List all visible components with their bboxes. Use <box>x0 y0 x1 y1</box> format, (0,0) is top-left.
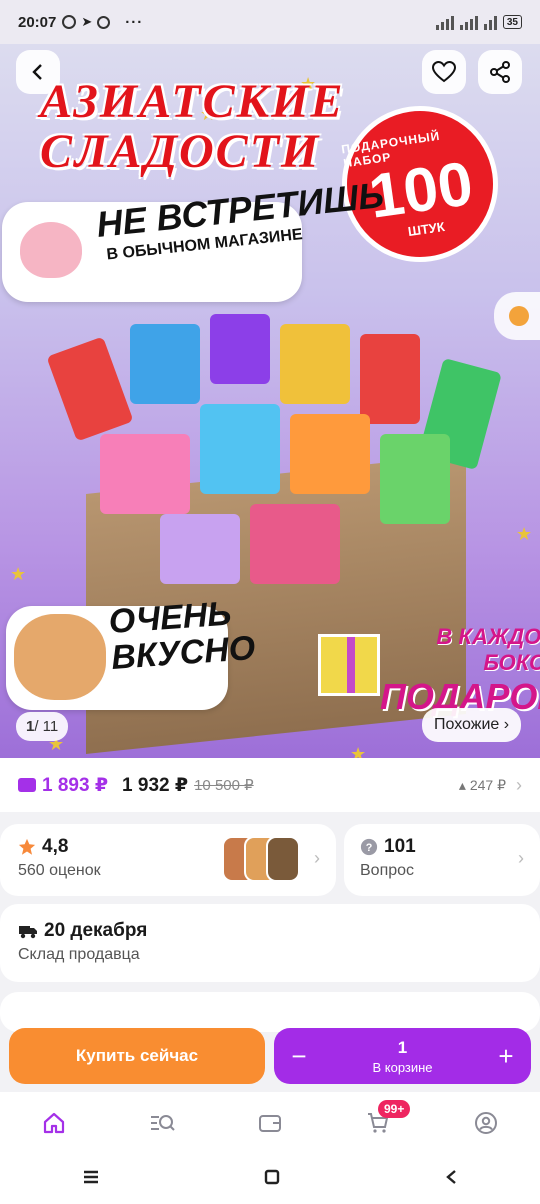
price-delta: ▴ 247 ₽ <box>458 776 506 793</box>
cat-illustration <box>8 204 94 296</box>
next-section-card <box>0 992 540 1032</box>
questions-card[interactable]: ? 101 Вопрос › <box>344 824 540 896</box>
heart-icon <box>432 61 456 83</box>
cart-quantity-control: − 1 В корзине + <box>274 1028 531 1084</box>
review-photo <box>266 836 300 882</box>
profile-icon <box>475 1112 497 1134</box>
truck-icon <box>19 926 37 939</box>
candies-illustration <box>20 284 520 604</box>
sticker3-text: В КАЖДОМ БОКСЕ ПОДАРОК <box>380 624 540 718</box>
chevron-right-icon: › <box>516 774 522 795</box>
nav-profile[interactable] <box>456 1098 516 1148</box>
delivery-card[interactable]: 20 декабря Склад продавца <box>0 904 540 982</box>
battery-icon: 35 <box>502 15 522 29</box>
p-icon <box>97 15 111 29</box>
wallet-icon <box>18 778 36 792</box>
home-icon <box>43 1112 65 1134</box>
battery-level: 35 <box>506 16 518 28</box>
price-row[interactable]: 1 893 ₽ 1 932 ₽ 10 500 ₽ ▴ 247 ₽ › <box>0 758 540 812</box>
increase-quantity-button[interactable]: + <box>481 1041 531 1072</box>
triangle-back-icon <box>446 1169 456 1184</box>
recent-apps-button[interactable] <box>82 1170 100 1189</box>
star-icon <box>18 838 36 855</box>
share-button[interactable] <box>478 50 522 94</box>
question-icon: ? <box>360 838 378 856</box>
cart-status[interactable]: 1 В корзине <box>324 1038 481 1075</box>
wifi-icon <box>483 14 497 30</box>
banner-title-line1: АЗИАТСКИЕ <box>40 75 345 128</box>
telegram-icon: ➤ <box>81 14 93 29</box>
more-notifications-icon: ··· <box>125 13 144 31</box>
signal-icon <box>435 14 454 30</box>
image-counter: 1/ 11 <box>16 712 69 741</box>
decrease-quantity-button[interactable]: − <box>274 1041 324 1072</box>
svg-text:?: ? <box>366 842 373 854</box>
share-icon <box>490 61 510 83</box>
counter-total: / 11 <box>34 718 59 735</box>
sticker1-text: НЕ ВСТРЕТИШЬ В ОБЫЧНОМ МАГАЗИНЕ <box>95 174 386 263</box>
rating-value: 4,8 <box>42 836 69 857</box>
whatsapp-icon <box>62 15 77 29</box>
questions-count: 101 <box>384 836 416 857</box>
chevron-right-icon: › <box>518 848 524 868</box>
signal-icon-2 <box>459 14 478 30</box>
cart-quantity: 1 <box>397 1037 408 1057</box>
bear-illustration <box>14 614 106 700</box>
banner-title-line2: СЛАДОСТИ <box>40 125 321 178</box>
sticker2-text: ОЧЕНЬ ВКУСНО <box>108 595 257 677</box>
status-bar: 20:07 ➤ ··· 35 <box>0 0 540 44</box>
status-time: 20:07 <box>18 13 57 31</box>
favorite-button[interactable] <box>422 50 466 94</box>
chevron-right-icon: › <box>314 848 320 868</box>
gift-icon <box>318 634 380 696</box>
catalog-search-icon <box>151 1115 175 1131</box>
delivery-source: Склад продавца <box>18 946 140 963</box>
system-navigation <box>0 1154 540 1204</box>
wallet-icon <box>259 1115 281 1132</box>
side-promo-tab[interactable] <box>494 292 540 340</box>
questions-label: Вопрос <box>360 862 415 879</box>
cart-badge: 99+ <box>378 1100 411 1118</box>
price: 1 932 ₽ <box>122 774 189 796</box>
in-cart-label: В корзине <box>372 1059 433 1075</box>
bottom-navigation: 99+ <box>0 1092 540 1154</box>
review-photos[interactable] <box>222 836 300 882</box>
home-button[interactable] <box>264 1169 280 1190</box>
menu-icon <box>84 1170 98 1183</box>
product-image[interactable]: ★ ★ ★ ★ ★ ★ ★ АЗИАТСКИЕ СЛАДОСТИ ПОДАРОЧ… <box>0 44 540 758</box>
nav-cart[interactable]: 99+ <box>348 1098 411 1148</box>
delivery-date: 20 декабря <box>44 920 148 941</box>
nav-wallet[interactable] <box>240 1098 300 1148</box>
star-decoration: ★ <box>350 744 367 758</box>
system-back-button[interactable] <box>444 1169 458 1190</box>
buy-now-button[interactable]: Купить сейчас <box>9 1028 265 1084</box>
old-price: 10 500 ₽ <box>194 777 254 794</box>
rating-card[interactable]: 4,8 560 оценок › <box>0 824 336 896</box>
sticker3-small: В КАЖДОМ БОКСЕ <box>436 624 540 675</box>
nav-home[interactable] <box>24 1098 84 1148</box>
similar-button[interactable]: Похожие › <box>422 708 522 742</box>
square-icon <box>264 1169 280 1184</box>
wallet-price: 1 893 ₽ <box>42 774 109 796</box>
nav-catalog[interactable] <box>132 1098 192 1148</box>
coin-icon <box>509 306 529 326</box>
